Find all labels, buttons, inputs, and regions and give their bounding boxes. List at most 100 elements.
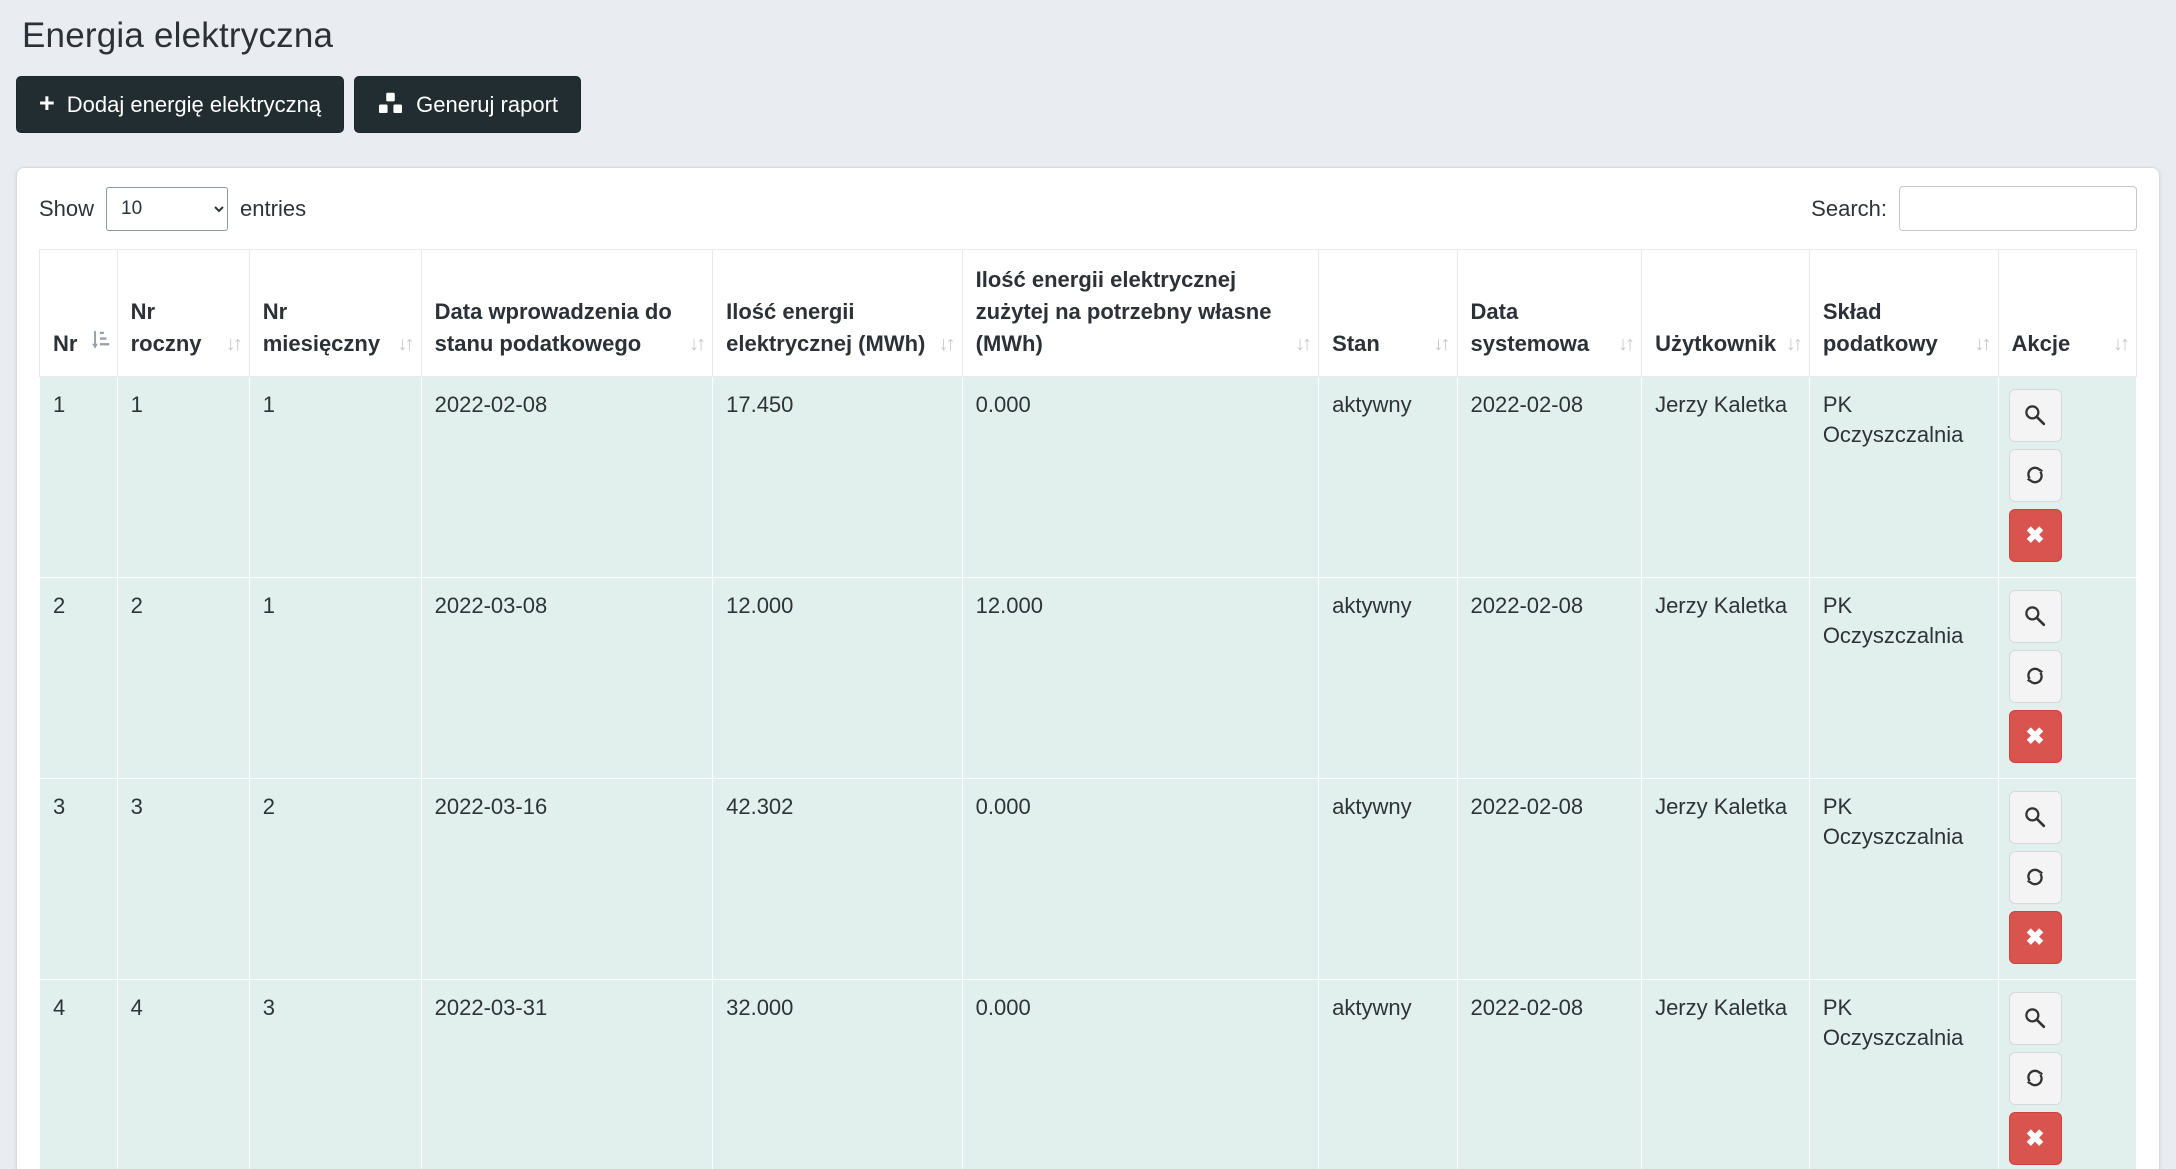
cell: 2022-02-08 [1457,979,1642,1169]
cell: 42.302 [713,778,963,979]
refresh-icon [2022,663,2048,689]
sort-icon [226,330,240,359]
column-header-ilosc-zuzytej[interactable]: Ilość energii elektrycznej zużytej na po… [962,250,1319,377]
sort-icon [689,330,703,359]
cell: PK Oczyszczalnia [1809,979,1998,1169]
cell: 2 [40,577,118,778]
sort-icon [939,330,953,359]
table-header-row: Nr Nr roczny Nr miesięczny Data wprowadz… [40,250,2137,377]
sort-icon [1786,330,1800,359]
search-input[interactable] [1899,186,2137,231]
cell: Jerzy Kaletka [1642,979,1810,1169]
sort-icon [1975,330,1989,359]
cell: 3 [117,778,249,979]
magnifier-icon [2022,804,2048,830]
delete-button[interactable]: ✖ [2009,710,2062,763]
cell: PK Oczyszczalnia [1809,376,1998,577]
column-header-nr-roczny[interactable]: Nr roczny [117,250,249,377]
cell: aktywny [1319,577,1457,778]
x-icon: ✖ [2025,524,2044,547]
cell: aktywny [1319,376,1457,577]
datatable-controls: Show 10 entries Search: [39,186,2137,231]
view-button[interactable] [2009,791,2062,844]
cell: 2022-02-08 [1457,778,1642,979]
sort-icon [2113,330,2127,359]
page-length-control: Show 10 entries [39,187,306,231]
delete-button[interactable]: ✖ [2009,1112,2062,1165]
page-title: Energia elektryczna [22,16,2160,56]
cell: 12.000 [713,577,963,778]
generate-report-button[interactable]: Generuj raport [354,76,581,133]
sort-icon [1618,330,1632,359]
add-energy-label: Dodaj energię elektryczną [67,92,321,118]
cell: 2022-02-08 [1457,577,1642,778]
cell: 1 [117,376,249,577]
column-header-data-wprowadzenia[interactable]: Data wprowadzenia do stanu podatkowego [421,250,712,377]
column-header-data-systemowa[interactable]: Data systemowa [1457,250,1642,377]
refresh-button[interactable] [2009,1052,2062,1105]
show-label: Show [39,196,94,222]
sort-desc-icon [89,328,111,360]
actions-cell: ✖ [1998,376,2136,577]
table-row: 2212022-03-0812.00012.000aktywny2022-02-… [40,577,2137,778]
table-row: 3322022-03-1642.3020.000aktywny2022-02-0… [40,778,2137,979]
magnifier-icon [2022,1005,2048,1031]
cell: 3 [40,778,118,979]
add-energy-button[interactable]: + Dodaj energię elektryczną [16,76,344,133]
cell: 2 [249,778,421,979]
cell: PK Oczyszczalnia [1809,778,1998,979]
table-body: 1112022-02-0817.4500.000aktywny2022-02-0… [40,376,2137,1169]
cell: 4 [117,979,249,1169]
page-content: Energia elektryczna + Dodaj energię elek… [0,0,2176,1169]
cell: Jerzy Kaletka [1642,778,1810,979]
view-button[interactable] [2009,590,2062,643]
column-header-ilosc-energii[interactable]: Ilość energii elektrycznej (MWh) [713,250,963,377]
toolbar: + Dodaj energię elektryczną Generuj rapo… [16,76,2160,133]
entries-label: entries [240,196,306,222]
refresh-icon [2022,864,2048,890]
cell: 17.450 [713,376,963,577]
column-header-uzytkownik[interactable]: Użytkownik [1642,250,1810,377]
table-row: 4432022-03-3132.0000.000aktywny2022-02-0… [40,979,2137,1169]
column-header-sklad-podatkowy[interactable]: Skład podatkowy [1809,250,1998,377]
cell: 3 [249,979,421,1169]
table-row: 1112022-02-0817.4500.000aktywny2022-02-0… [40,376,2137,577]
actions-cell: ✖ [1998,778,2136,979]
delete-button[interactable]: ✖ [2009,509,2062,562]
cell: aktywny [1319,778,1457,979]
actions-cell: ✖ [1998,979,2136,1169]
view-button[interactable] [2009,389,2062,442]
cubes-icon [377,91,404,118]
sort-icon [1434,330,1448,359]
cell: 1 [249,376,421,577]
cell: 2022-03-31 [421,979,712,1169]
refresh-icon [2022,1065,2048,1091]
refresh-button[interactable] [2009,650,2062,703]
column-header-nr[interactable]: Nr [40,250,118,377]
column-header-stan[interactable]: Stan [1319,250,1457,377]
refresh-button[interactable] [2009,449,2062,502]
cell: 2022-03-08 [421,577,712,778]
sort-icon [398,330,412,359]
magnifier-icon [2022,402,2048,428]
cell: 12.000 [962,577,1319,778]
search-label: Search: [1811,196,1887,222]
cell: PK Oczyszczalnia [1809,577,1998,778]
page-length-select[interactable]: 10 [106,187,228,231]
column-header-akcje[interactable]: Akcje [1998,250,2136,377]
view-button[interactable] [2009,992,2062,1045]
delete-button[interactable]: ✖ [2009,911,2062,964]
search-control: Search: [1811,186,2137,231]
datatable-panel: Show 10 entries Search: Nr [16,167,2160,1169]
cell: 2022-03-16 [421,778,712,979]
cell: 2022-02-08 [421,376,712,577]
cell: 0.000 [962,979,1319,1169]
magnifier-icon [2022,603,2048,629]
cell: 0.000 [962,376,1319,577]
cell: 0.000 [962,778,1319,979]
refresh-button[interactable] [2009,851,2062,904]
cell: Jerzy Kaletka [1642,577,1810,778]
column-header-nr-miesieczny[interactable]: Nr miesięczny [249,250,421,377]
x-icon: ✖ [2025,725,2044,748]
refresh-icon [2022,462,2048,488]
